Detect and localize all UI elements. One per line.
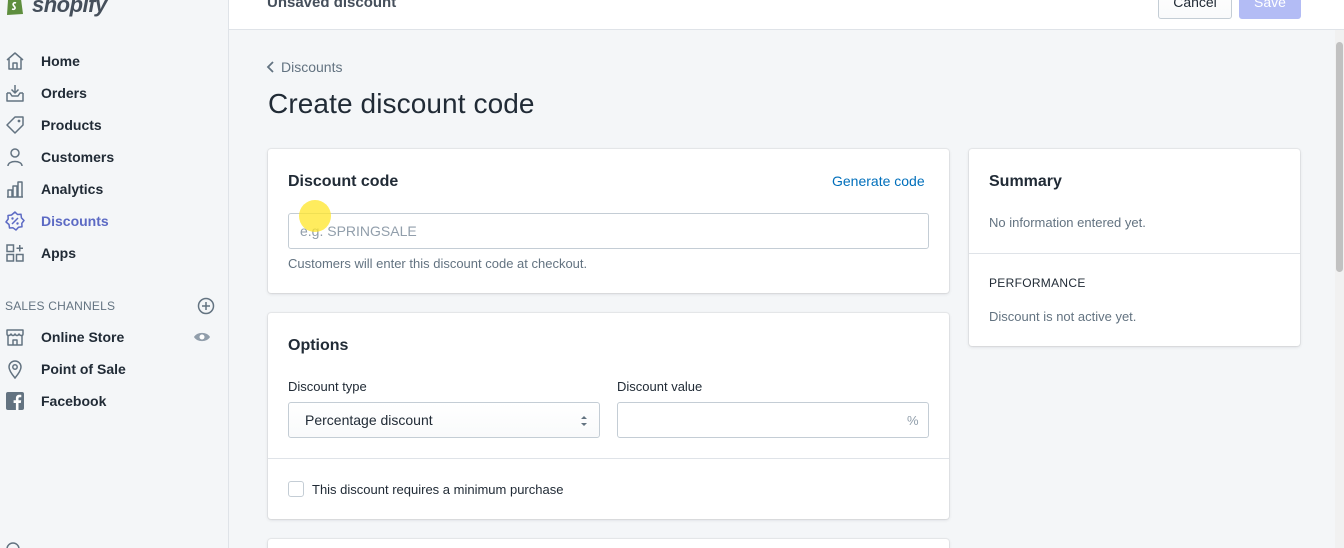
sidebar: shopify Home Orders Products Customers A…	[0, 0, 229, 548]
nav-item-facebook[interactable]: Facebook	[0, 385, 228, 417]
discount-type-select[interactable]: Percentage discount	[288, 402, 600, 438]
scrollbar-thumb[interactable]	[1336, 42, 1343, 272]
main-nav: Home Orders Products Customers Analytics…	[0, 45, 228, 269]
discount-code-heading: Discount code	[288, 173, 399, 190]
discount-code-help: Customers will enter this discount code …	[288, 256, 588, 271]
add-channel-icon[interactable]	[197, 297, 215, 315]
topbar-title: Unsaved discount	[267, 0, 397, 11]
sales-channels-title: SALES CHANNELS	[5, 299, 116, 313]
brand[interactable]: shopify	[4, 0, 107, 18]
minimum-purchase-label[interactable]: This discount requires a minimum purchas…	[312, 482, 563, 497]
sales-channels-header: SALES CHANNELS	[5, 296, 215, 316]
summary-divider	[969, 253, 1300, 254]
nav-label: Customers	[41, 149, 115, 165]
nav-item-discounts[interactable]: Discounts	[0, 205, 228, 237]
cancel-button[interactable]: Cancel	[1158, 0, 1232, 19]
chevron-left-icon	[266, 61, 274, 73]
nav-label: Analytics	[41, 181, 104, 197]
next-card	[268, 539, 949, 548]
select-arrows-icon	[581, 416, 587, 426]
discount-icon	[5, 211, 25, 231]
eye-icon[interactable]	[193, 328, 211, 346]
nav-label: Discounts	[41, 213, 109, 229]
app-window: shopify Home Orders Products Customers A…	[0, 0, 1344, 548]
discount-code-input[interactable]	[288, 213, 929, 249]
bar-chart-icon	[7, 181, 23, 198]
home-icon	[6, 52, 24, 70]
breadcrumb-label: Discounts	[281, 59, 343, 75]
nav-item-customers[interactable]: Customers	[0, 141, 228, 173]
store-icon	[6, 329, 24, 346]
performance-title: PERFORMANCE	[989, 276, 1086, 290]
top-bar: Unsaved discount Cancel Save	[229, 0, 1344, 30]
discount-type-label: Discount type	[288, 379, 367, 394]
discount-value-input[interactable]	[617, 402, 929, 438]
page-title: Create discount code	[268, 88, 535, 119]
discount-value-label: Discount value	[617, 379, 703, 394]
options-divider	[268, 458, 949, 459]
nav-item-products[interactable]: Products	[0, 109, 228, 141]
nav-item-online-store[interactable]: Online Store	[0, 321, 228, 353]
performance-text: Discount is not active yet.	[989, 309, 1137, 324]
nav-label: Facebook	[41, 393, 107, 409]
tag-icon	[6, 116, 24, 134]
nav-item-orders[interactable]: Orders	[0, 77, 228, 109]
discount-code-card: Discount code Generate code Customers wi…	[268, 149, 949, 293]
location-pin-icon	[8, 360, 22, 379]
page-scrollbar[interactable]	[1335, 30, 1344, 548]
generate-code-link[interactable]: Generate code	[832, 173, 925, 189]
nav-label: Orders	[41, 85, 87, 101]
options-card: Options Discount type Percentage discoun…	[268, 313, 949, 519]
percent-suffix: %	[907, 413, 919, 428]
nav-label: Online Store	[41, 329, 125, 345]
discount-type-value: Percentage discount	[305, 412, 433, 428]
nav-item-analytics[interactable]: Analytics	[0, 173, 228, 205]
nav-label: Apps	[41, 245, 76, 261]
settings-icon[interactable]	[5, 541, 21, 548]
nav-item-apps[interactable]: Apps	[0, 237, 228, 269]
breadcrumb[interactable]: Discounts	[266, 59, 342, 75]
nav-label: Point of Sale	[41, 361, 126, 377]
sales-channels-list: Online Store Point of Sale Facebook	[0, 321, 228, 417]
apps-icon	[6, 244, 24, 262]
nav-label: Products	[41, 117, 102, 133]
nav-item-home[interactable]: Home	[0, 45, 228, 77]
summary-heading: Summary	[989, 173, 1062, 190]
brand-name: shopify	[32, 0, 107, 17]
save-button[interactable]: Save	[1239, 0, 1301, 19]
options-heading: Options	[288, 337, 349, 354]
summary-text: No information entered yet.	[989, 215, 1146, 230]
nav-item-point-of-sale[interactable]: Point of Sale	[0, 353, 228, 385]
orders-icon	[6, 85, 24, 102]
nav-label: Home	[41, 53, 80, 69]
facebook-icon	[6, 392, 24, 410]
person-icon	[7, 148, 23, 167]
minimum-purchase-checkbox[interactable]	[288, 481, 304, 497]
shopify-bag-icon	[7, 0, 23, 15]
summary-card: Summary No information entered yet. PERF…	[969, 149, 1300, 346]
